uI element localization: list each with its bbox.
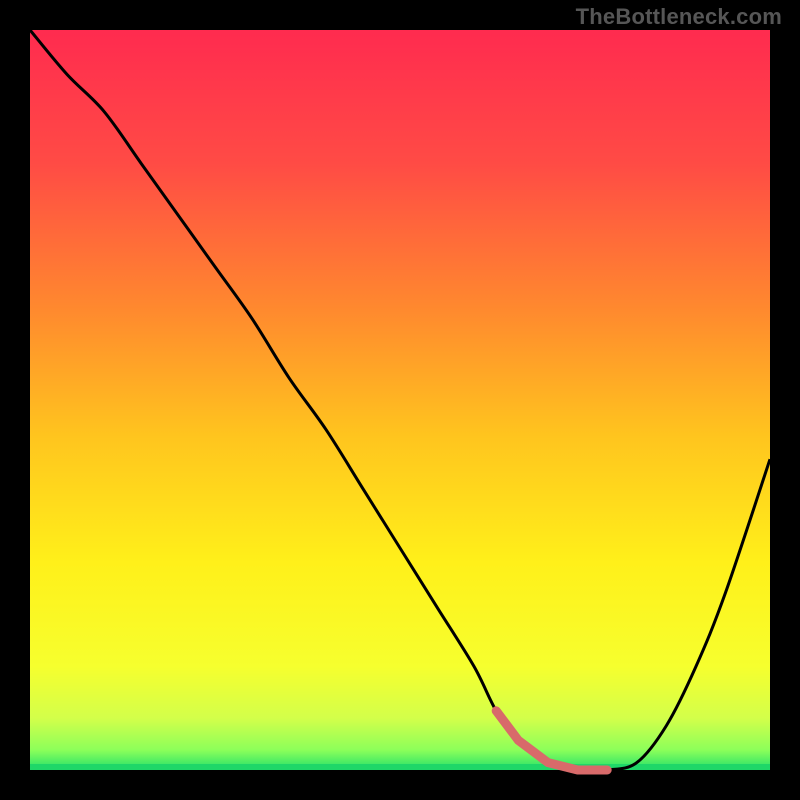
bottom-green-band: [30, 764, 770, 770]
plot-background: [30, 30, 770, 770]
chart-frame: TheBottleneck.com: [0, 0, 800, 800]
bottleneck-chart: [0, 0, 800, 800]
